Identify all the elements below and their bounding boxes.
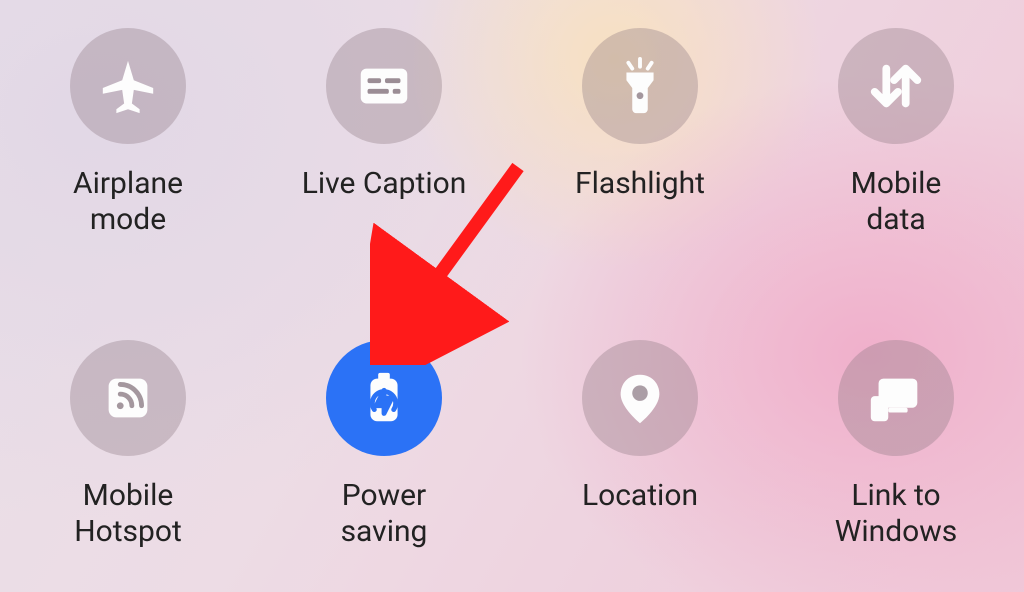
airplane-icon [70,28,186,144]
tile-flashlight[interactable]: Flashlight [530,28,750,202]
tile-label: Flashlight [575,166,705,202]
tile-label: Live Caption [302,166,467,202]
tile-mobile-hotspot[interactable]: Mobile Hotspot [18,340,238,550]
tile-label: Airplane mode [73,166,183,238]
mobile-data-icon [838,28,954,144]
location-pin-icon [582,340,698,456]
tile-location[interactable]: Location [530,340,750,514]
tile-mobile-data[interactable]: Mobile data [786,28,1006,238]
tile-label: Link to Windows [835,478,958,550]
flashlight-icon [582,28,698,144]
quick-settings-panel: Airplane mode Live Caption [0,0,1024,592]
closed-caption-icon [326,28,442,144]
battery-saver-icon [326,340,442,456]
tile-live-caption[interactable]: Live Caption [274,28,494,202]
hotspot-icon [70,340,186,456]
tile-label: Mobile data [851,166,942,238]
tile-power-saving[interactable]: Power saving [274,340,494,550]
tile-label: Power saving [341,478,428,550]
tile-link-to-windows[interactable]: Link to Windows [786,340,1006,550]
quick-settings-grid: Airplane mode Live Caption [0,0,1024,592]
tile-airplane-mode[interactable]: Airplane mode [18,28,238,238]
tile-label: Mobile Hotspot [74,478,182,550]
link-to-windows-icon [838,340,954,456]
tile-label: Location [582,478,698,514]
